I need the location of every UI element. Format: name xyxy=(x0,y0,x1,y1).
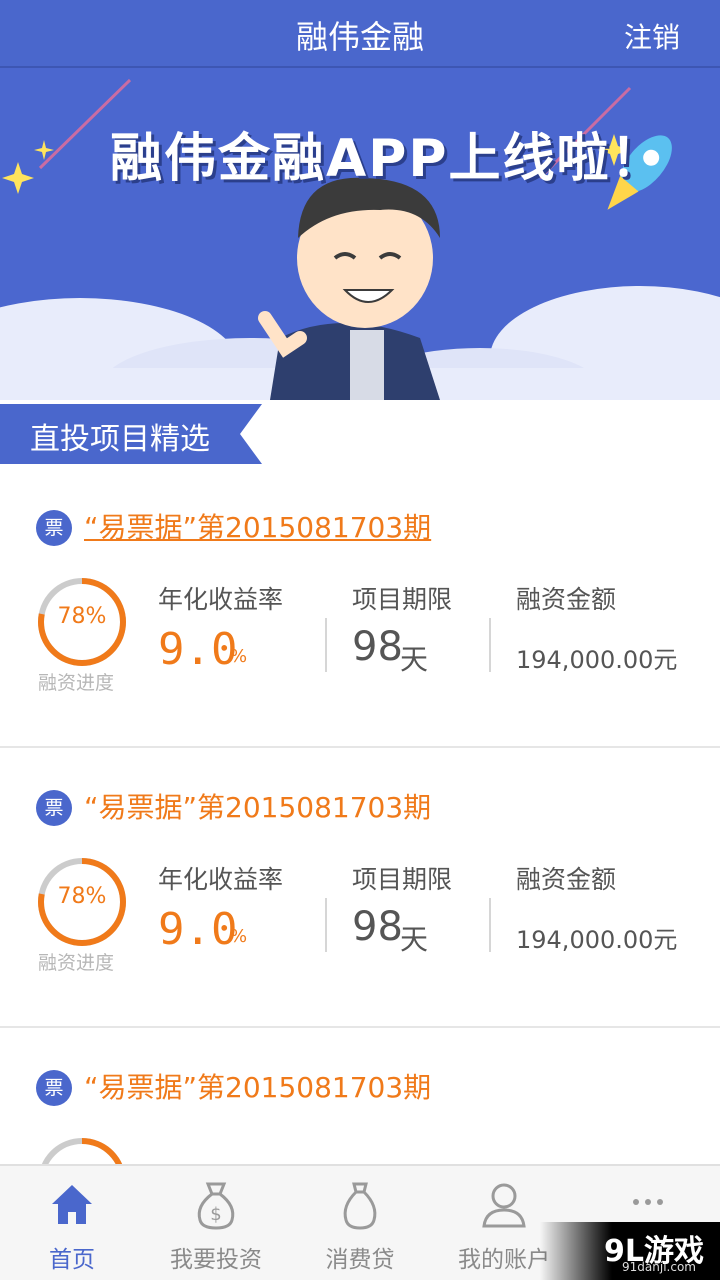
term-label: 项目期限 xyxy=(352,865,453,894)
home-icon xyxy=(52,1185,92,1224)
user-icon xyxy=(482,1183,526,1228)
nav-home[interactable]: 首页 xyxy=(0,1166,144,1280)
nav-label: 消费贷 xyxy=(325,1247,395,1273)
more-icon xyxy=(633,1199,663,1205)
rate-unit: % xyxy=(230,926,248,947)
logout-button[interactable]: 注销 xyxy=(624,16,680,56)
product-name-link[interactable]: “易票据”第2015081703期 xyxy=(84,506,431,546)
progress-label: 融资进度 xyxy=(38,672,115,694)
section-title: 直投项目精选 xyxy=(30,422,210,457)
rate-label: 年化收益率 xyxy=(158,585,284,614)
app-title: 融伟金融 xyxy=(295,18,424,56)
column-divider xyxy=(489,618,491,672)
promo-banner[interactable]: 融伟金融APP上线啦！ xyxy=(0,68,720,400)
nav-invest[interactable]: $ 我要投资 xyxy=(144,1166,288,1280)
rate-value: 9.0 xyxy=(158,624,238,675)
rate-unit: % xyxy=(230,646,248,667)
section-header: 直投项目精选 xyxy=(0,404,720,470)
product-card[interactable]: 票 “易票据”第2015081703期 78% 融资进度 年化收益率 9.0 %… xyxy=(0,748,720,1028)
progress-label: 融资进度 xyxy=(38,952,115,974)
column-divider xyxy=(325,618,327,672)
rate-label: 年化收益率 xyxy=(158,865,284,894)
app-header: 融伟金融 注销 xyxy=(0,0,720,68)
column-divider xyxy=(489,898,491,952)
nav-label: 首页 xyxy=(49,1247,95,1273)
money-bag-icon: $ xyxy=(197,1182,235,1230)
watermark-url: 91danji.com xyxy=(622,1260,696,1274)
product-card[interactable]: 票 “易票据”第2015081703期 78% 融资进度 年化收益率 9.0 %… xyxy=(0,468,720,748)
amount-label: 融资金额 xyxy=(516,585,617,614)
amount-label: 融资金额 xyxy=(516,865,617,894)
loan-bag-icon xyxy=(343,1182,377,1230)
term-unit: 天 xyxy=(400,923,429,956)
banner-headline: 融伟金融APP上线啦！ xyxy=(110,129,665,189)
ticket-badge: 票 xyxy=(36,510,72,546)
column-divider xyxy=(325,898,327,952)
nav-label: 我要投资 xyxy=(170,1247,262,1273)
rate-value: 9.0 xyxy=(158,904,238,955)
progress-percent: 78% xyxy=(57,604,107,629)
term-value: 98 xyxy=(352,904,403,950)
product-name-link[interactable]: “易票据”第2015081703期 xyxy=(84,786,431,826)
ticket-badge: 票 xyxy=(36,1070,72,1106)
svg-text:$: $ xyxy=(210,1204,221,1225)
amount-value: 194,000.00元 xyxy=(516,926,678,954)
product-name-link[interactable]: “易票据”第2015081703期 xyxy=(84,1066,431,1106)
progress-percent: 78% xyxy=(57,884,107,909)
bottom-nav: 首页 $ 我要投资 消费贷 我的账户 9L游戏 91danji.com xyxy=(0,1164,720,1280)
term-value: 98 xyxy=(352,624,403,670)
site-watermark: 9L游戏 91danji.com xyxy=(540,1222,720,1280)
term-unit: 天 xyxy=(400,643,429,676)
nav-loan[interactable]: 消费贷 xyxy=(288,1166,432,1280)
ticket-badge: 票 xyxy=(36,790,72,826)
term-label: 项目期限 xyxy=(352,585,453,614)
amount-value: 194,000.00元 xyxy=(516,646,678,674)
